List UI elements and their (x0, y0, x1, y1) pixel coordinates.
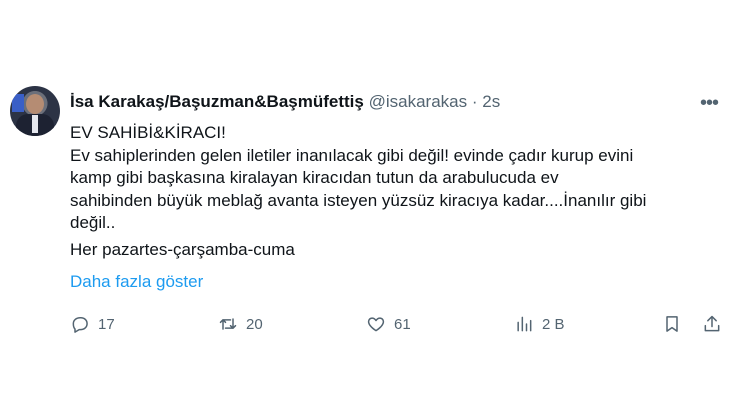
avatar-shirt (32, 115, 38, 133)
bookmark-icon (666, 316, 678, 332)
repost-count: 20 (246, 315, 263, 333)
repost-button[interactable]: 20 (218, 314, 263, 334)
tweet-line: kamp gibi başkasına kiralayan kiracıdan … (70, 168, 559, 187)
separator-dot: · (471, 92, 478, 111)
avatar-face (26, 94, 44, 114)
reply-button[interactable]: 17 (70, 314, 115, 334)
reply-icon (72, 317, 88, 333)
tweet-line-title: EV SAHİBİ&KİRACI! (70, 123, 226, 142)
author-handle[interactable]: @isakarakas (369, 92, 468, 111)
heart-icon (367, 317, 385, 332)
avatar-background (12, 94, 24, 112)
views-icon (517, 316, 532, 332)
reply-count: 17 (98, 315, 115, 333)
like-button[interactable]: 61 (366, 314, 411, 334)
tweet-line: değil.. (70, 213, 116, 232)
action-bar: 17 20 61 2 B (0, 314, 730, 338)
more-options-icon[interactable]: ••• (700, 92, 719, 115)
show-more-link[interactable]: Daha fazla göster (70, 272, 203, 292)
tweet-time[interactable]: 2s (482, 92, 500, 111)
tweet-line: Ev sahiplerinden gelen iletiler inanılac… (70, 145, 634, 165)
tweet-header: İsa Karakaş/Başuzman&Başmüfettiş @isakar… (70, 92, 500, 112)
tweet-line: sahibinden büyük meblağ avanta isteyen y… (70, 190, 647, 210)
like-count: 61 (394, 315, 411, 333)
author-name[interactable]: İsa Karakaş/Başuzman&Başmüfettiş (70, 92, 364, 111)
tweet-line-schedule: Her pazartes-çarşamba-cuma (70, 239, 295, 259)
tweet-text: EV SAHİBİ&KİRACI! Ev sahiplerinden gelen… (70, 122, 710, 261)
views-button[interactable]: 2 B (514, 314, 565, 334)
tweet[interactable]: İsa Karakaş/Başuzman&Başmüfettiş @isakar… (0, 0, 730, 420)
avatar[interactable] (10, 86, 60, 136)
views-count: 2 B (542, 315, 565, 333)
share-button[interactable] (702, 314, 722, 334)
share-icon (704, 315, 720, 332)
bookmark-button[interactable] (662, 314, 682, 334)
repost-icon (219, 318, 237, 330)
